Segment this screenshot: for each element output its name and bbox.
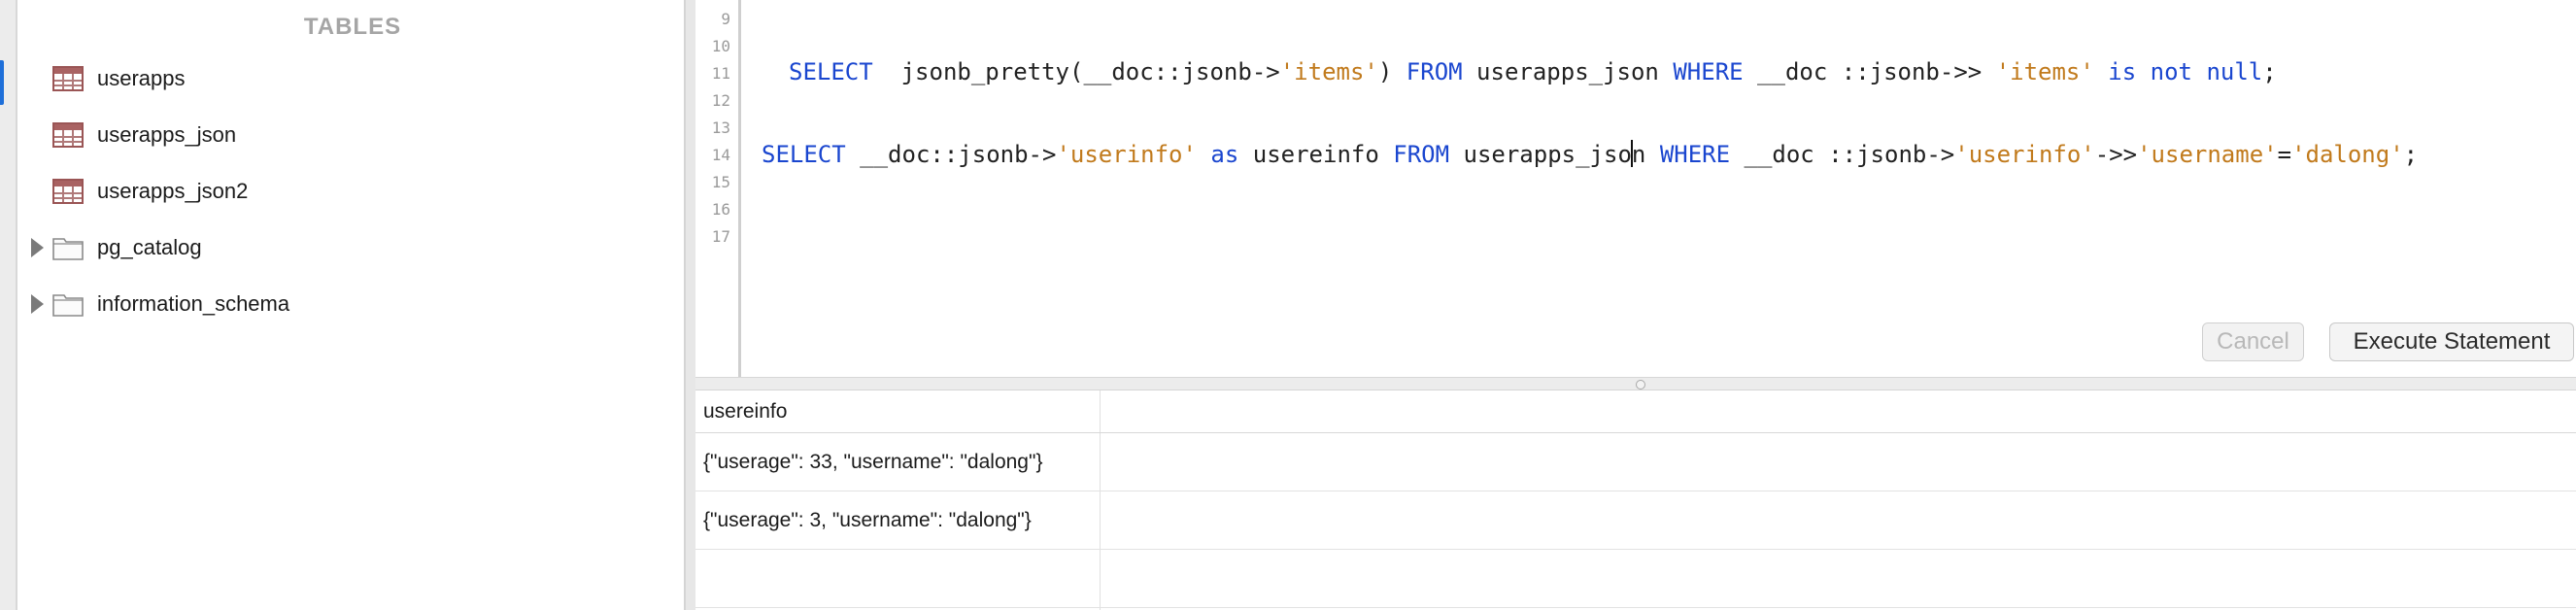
code-token: ) [1377, 58, 1407, 85]
disclosure-triangle-icon[interactable] [31, 238, 44, 257]
line-number: 13 [711, 119, 730, 137]
code-token: as [1210, 141, 1239, 168]
tree-item-pg-catalog[interactable]: pg_catalog [17, 223, 688, 272]
code-token: __doc::jsonb-> [845, 141, 1057, 168]
tree-item-label: userapps_json [97, 122, 237, 147]
line-number: 17 [711, 227, 730, 246]
tables-panel: TABLES userapps userapps_json userapps_j… [16, 0, 686, 610]
code-token: ->> [2094, 141, 2138, 168]
column-header-row: usereinfo [695, 390, 2576, 433]
code-line-11[interactable]: SELECT jsonb_pretty(__doc::jsonb->'items… [789, 58, 2277, 85]
code-token: 'userinfo' [1954, 141, 2095, 168]
table-icon [52, 66, 84, 91]
sidebar: TABLES userapps userapps_json userapps_j… [0, 0, 686, 610]
code-token: 'userinfo' [1056, 141, 1197, 168]
tree-item-label: userapps_json2 [97, 179, 249, 203]
table-icon [52, 122, 84, 148]
line-number: 10 [711, 37, 730, 55]
code-line-14[interactable]: SELECT __doc::jsonb->'userinfo' as usere… [762, 140, 2418, 168]
pane-divider[interactable] [686, 0, 695, 610]
tree-item-label: information_schema [97, 291, 290, 316]
code-token: WHERE [1673, 58, 1744, 85]
code-token: SELECT [789, 58, 873, 85]
code-token: = [2277, 141, 2292, 168]
line-number: 12 [711, 91, 730, 110]
code-token: n [1631, 141, 1660, 168]
line-number: 14 [711, 146, 730, 164]
table-row[interactable]: {"userage": 33, "username": "dalong"} [695, 433, 2576, 491]
code-token: ; [2262, 58, 2277, 85]
code-token: FROM [1406, 58, 1463, 85]
disclosure-triangle-icon[interactable] [31, 294, 44, 314]
line-number: 9 [721, 10, 730, 28]
execute-statement-button[interactable]: Execute Statement [2329, 322, 2574, 361]
code-token: usereinfo [1238, 141, 1394, 168]
cancel-button[interactable]: Cancel [2202, 322, 2304, 361]
code-token: __doc ::jsonb-> [1730, 141, 1955, 168]
splitter-handle-icon[interactable] [1636, 380, 1645, 390]
column-header-usereinfo[interactable]: usereinfo [703, 400, 787, 424]
line-number-gutter: 9 10 11 12 13 14 15 16 17 [695, 0, 741, 377]
tables-header: TABLES [303, 14, 402, 40]
tree-item-label: pg_catalog [97, 235, 202, 259]
code-token: userapps_jso [1449, 141, 1632, 168]
table-row[interactable]: {"userage": 3, "username": "dalong"} [695, 491, 2576, 550]
code-token: 'dalong' [2291, 141, 2404, 168]
line-number: 15 [711, 173, 730, 191]
code-token: __doc ::jsonb->> [1743, 58, 1996, 85]
code-token: 'username' [2137, 141, 2278, 168]
folder-icon [52, 294, 84, 317]
code-token: userapps_json [1462, 58, 1674, 85]
code-token: is not null [2108, 58, 2263, 85]
code-token: SELECT [762, 141, 846, 168]
tree-item-userapps[interactable]: userapps [17, 54, 688, 103]
sql-editor[interactable]: 9 10 11 12 13 14 15 16 17 SELECT jsonb_p… [695, 0, 2576, 377]
code-token: 'items' [1279, 58, 1378, 85]
tree-item-userapps-json2[interactable]: userapps_json2 [17, 167, 688, 216]
result-cell[interactable]: {"userage": 33, "username": "dalong"} [703, 451, 1042, 474]
selection-indicator [0, 60, 4, 105]
result-cell[interactable]: {"userage": 3, "username": "dalong"} [703, 509, 1032, 532]
tree-item-information-schema[interactable]: information_schema [17, 280, 688, 328]
code-token: WHERE [1659, 141, 1731, 168]
results-grid: usereinfo {"userage": 33, "username": "d… [695, 390, 2576, 610]
code-token: 'items' [1995, 58, 2094, 85]
results-splitter[interactable] [695, 377, 2576, 390]
line-number: 16 [711, 200, 730, 219]
code-token: jsonb_pretty(__doc::jsonb-> [872, 58, 1280, 85]
line-number: 11 [711, 64, 730, 83]
table-row [695, 550, 2576, 608]
code-token: FROM [1393, 141, 1450, 168]
tree-item-label: userapps [97, 66, 186, 90]
folder-icon [52, 238, 84, 260]
tree-item-userapps-json[interactable]: userapps_json [17, 111, 688, 159]
table-icon [52, 179, 84, 204]
code-token: ; [2403, 141, 2419, 168]
